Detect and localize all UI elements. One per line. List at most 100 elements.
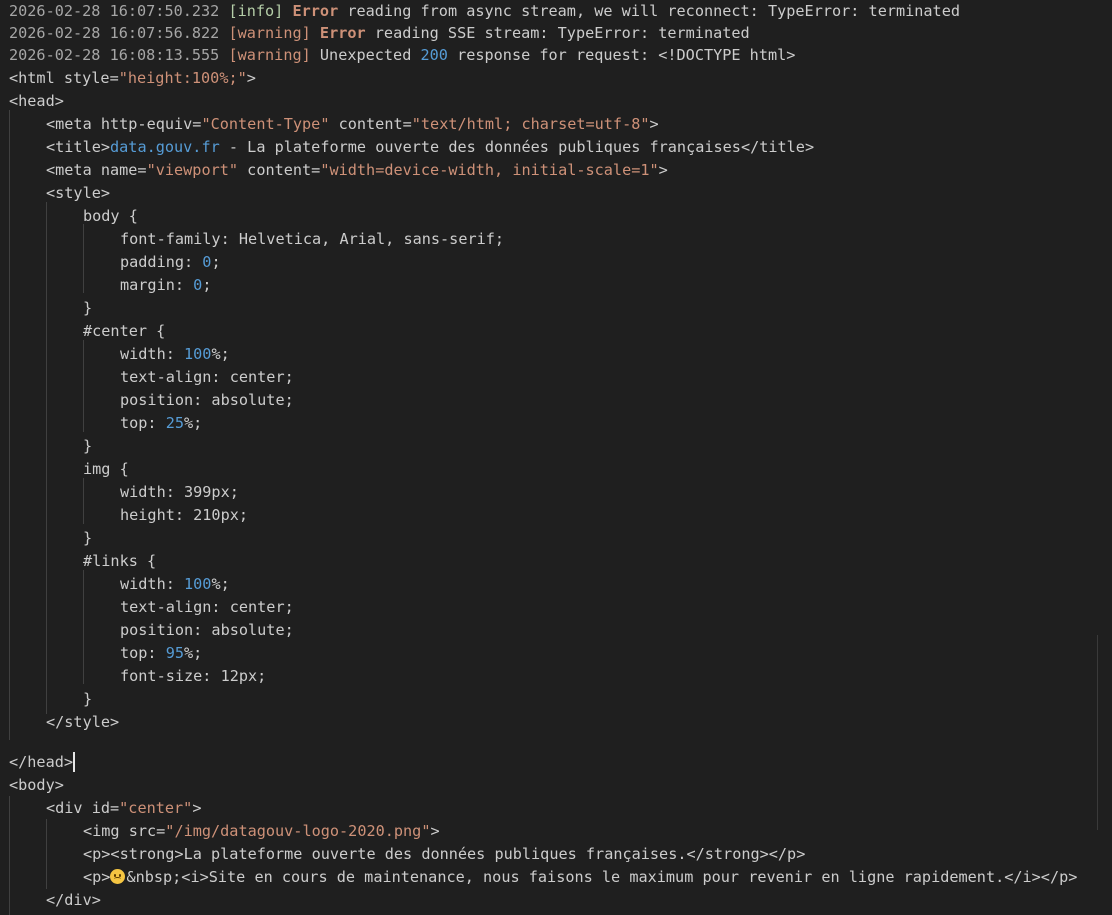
code-line: height: 210px; [120,504,248,526]
code-token: } [83,437,93,455]
log-timestamp: 2026-02-28 16:08:13.555 [9,46,220,64]
code-token: img { [83,460,129,478]
log-line: 2026-02-28 16:07:50.232 [info] Error rea… [9,0,960,22]
log-timestamp: 2026-02-28 16:07:56.822 [9,24,220,42]
code-token: <style> [46,184,111,202]
code-line: width: 100%; [120,343,230,365]
code-number: 25 [165,414,185,432]
code-number: 100 [184,575,212,593]
code-token: %; [211,575,230,593]
code-string: "/img/datagouv-logo-2020.png" [165,822,431,840]
code-line: top: 95%; [120,642,202,664]
code-token: position: absolute; [120,391,294,409]
code-token: &nbsp;<i>Site en cours de maintenance, n… [126,868,1078,886]
code-token: </style> [46,713,120,731]
code-token: body { [83,207,138,225]
code-token: <title> [46,138,111,156]
code-line: } [83,527,92,549]
code-token: > [246,69,256,87]
code-token: <body> [9,776,64,794]
code-token: text-align: center; [120,598,294,616]
indent-guide [9,796,10,915]
code-line: body { [83,205,138,227]
code-token: #links { [83,552,157,570]
code-token: <img src= [83,822,166,840]
code-token: <meta name= [46,161,147,179]
error-word: Error [292,2,339,20]
code-line: padding: 0; [120,251,221,273]
log-level: [warning] [228,24,311,42]
code-token: font-size: 12px; [120,667,267,685]
code-token: } [83,299,93,317]
worried-face-emoji-icon [110,869,126,884]
code-token: <meta http-equiv= [46,115,202,133]
log-line: 2026-02-28 16:07:56.822 [warning] Error … [9,22,750,44]
terminal-output[interactable]: 2026-02-28 16:07:50.232 [info] Error rea… [0,0,1112,915]
indent-guide [83,478,84,524]
text-cursor [73,752,75,772]
code-number: 95 [165,644,185,662]
code-line: <meta http-equiv="Content-Type" content=… [46,113,659,135]
code-line: </head> [9,751,73,773]
code-token: #center { [83,322,166,340]
code-token: } [83,690,93,708]
code-line: <p><strong>La plateforme ouverte des don… [83,843,805,865]
log-level: [info] [228,2,284,20]
code-line: position: absolute; [120,619,294,641]
code-token: ; [202,276,212,294]
scrollbar[interactable] [1097,635,1112,830]
code-token: %; [184,414,203,432]
code-token: top: [120,644,166,662]
code-token: > [430,822,440,840]
code-line: </div> [46,889,101,911]
code-token: <p> [83,868,111,886]
code-string: "Content-Type" [201,115,330,133]
log-message: response for request: <!DOCTYPE html> [447,46,796,64]
code-token: width: 399px; [120,483,239,501]
error-word: Error [319,24,366,42]
code-line: <p> &nbsp;<i>Site en cours de maintenance… [83,866,1077,888]
log-message: reading from async stream, we will recon… [338,2,960,20]
code-line: position: absolute; [120,389,294,411]
code-line: font-size: 12px; [120,665,266,687]
code-line: margin: 0; [120,274,211,296]
detected-link[interactable]: data.gouv.fr [110,138,220,156]
code-token: %; [211,345,230,363]
code-line: img { [83,458,129,480]
code-token: <head> [9,92,64,110]
code-token: width: [120,575,185,593]
code-token: text-align: center; [120,368,294,386]
code-line: width: 399px; [120,481,239,503]
code-token: - La plateforme ouverte des données publ… [219,138,815,156]
code-token: <div id= [46,799,120,817]
code-string: "viewport" [146,161,239,179]
code-token: > [658,161,668,179]
code-token: content= [329,115,412,133]
code-line: } [83,435,92,457]
log-line: 2026-02-28 16:08:13.555 [warning] Unexpe… [9,44,795,66]
code-line: #links { [83,550,156,572]
code-token: </head> [9,753,74,771]
status-code: 200 [420,46,448,64]
code-line: width: 100%; [120,573,230,595]
code-number: 0 [193,276,203,294]
code-token: margin: [120,276,194,294]
code-number: 100 [184,345,212,363]
code-token: content= [238,161,321,179]
code-token: padding: [120,253,203,271]
code-line: #center { [83,320,165,342]
log-timestamp: 2026-02-28 16:07:50.232 [9,2,220,20]
log-message: Unexpected [310,46,421,64]
code-line: top: 25%; [120,412,202,434]
code-token: } [83,529,93,547]
code-token: <html style= [9,69,119,87]
code-line: text-align: center; [120,366,294,388]
code-line: <style> [46,182,110,204]
code-token: > [192,799,202,817]
code-token: top: [120,414,166,432]
code-line: <img src="/img/datagouv-logo-2020.png"> [83,820,440,842]
code-line: <head> [9,90,64,112]
code-line: <meta name="viewport" content="width=dev… [46,159,668,181]
log-message: reading SSE stream: TypeError: terminate… [365,24,750,42]
code-token: %; [184,644,203,662]
